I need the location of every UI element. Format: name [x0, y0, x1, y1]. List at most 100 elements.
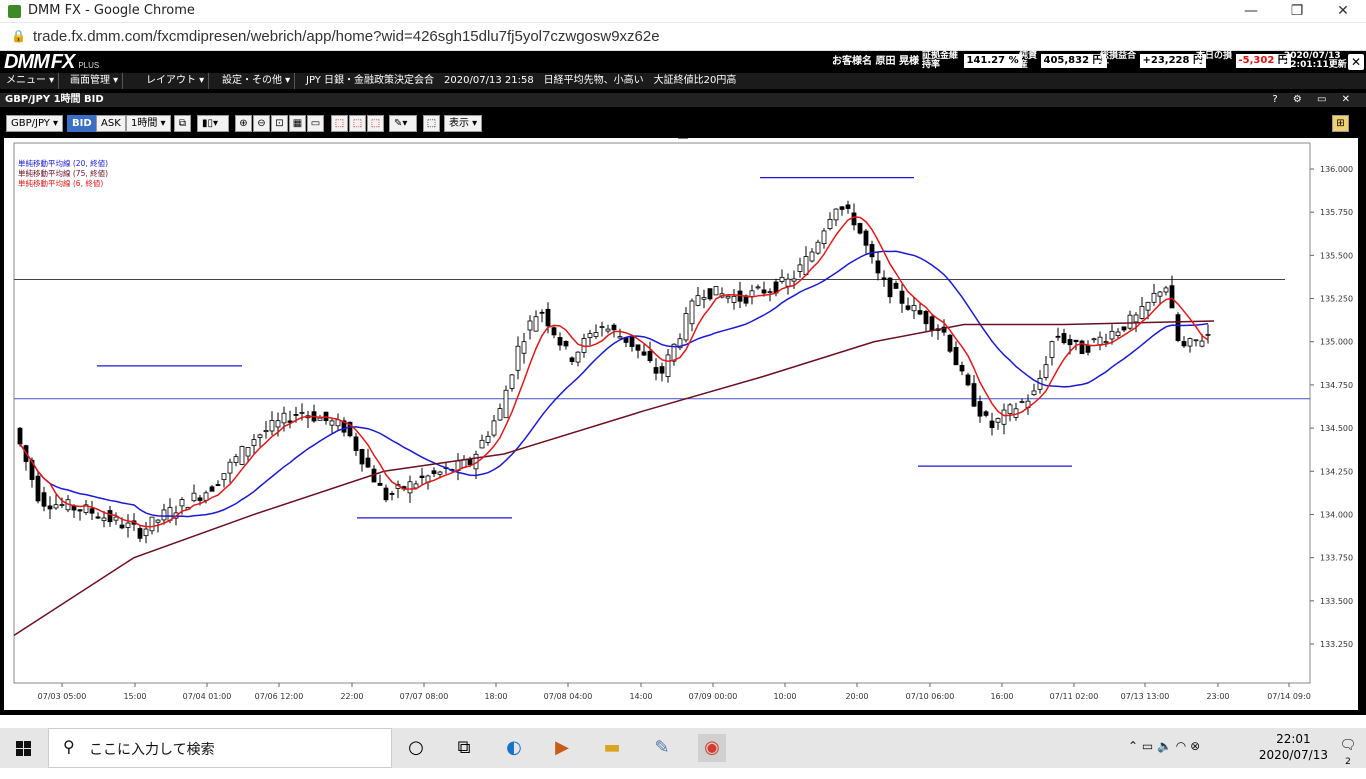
candle [59, 504, 65, 506]
candle [557, 337, 563, 346]
candle [155, 519, 161, 523]
candle [893, 282, 899, 289]
chart-settings-icon[interactable]: ⊞ [1332, 115, 1349, 132]
display-select[interactable]: 表示 ▾ [444, 115, 483, 132]
candle [77, 509, 83, 512]
window-icon[interactable]: ▭ [307, 115, 324, 132]
candle [1169, 285, 1175, 309]
candle [791, 278, 797, 282]
chart-plot[interactable]: 136.000 135.750 135.500 135.250 135.000 134.7… [4, 137, 1358, 710]
timeframe-select[interactable]: 1時間 ▾ [126, 115, 171, 132]
candle [515, 345, 521, 371]
search-placeholder[interactable]: ここに入力して検索 [89, 739, 215, 759]
price-chart[interactable]: 136.000 135.750 135.500 135.250 135.000 134.7… [4, 137, 1358, 710]
candle [983, 411, 989, 416]
candle [353, 436, 359, 451]
windows-start-button[interactable] [0, 728, 48, 768]
pair-select[interactable]: GBP/JPY ▾ [6, 115, 64, 132]
pen-icon[interactable]: ✎▾ [389, 115, 417, 132]
legend-entry: 単純移動平均線 (6, 終値) [18, 178, 103, 188]
tray-icons[interactable]: ⌃ ▭ 🔈 ◠ ⊗ [1128, 739, 1200, 779]
candle [383, 487, 389, 501]
menu-item-menu[interactable]: メニュー ▾ [2, 73, 60, 89]
indicator-icon[interactable]: ⬚ [423, 115, 440, 132]
candle [245, 447, 251, 457]
bid-button[interactable]: BID [67, 115, 97, 132]
x-tick-label: 07/07 08:00 [400, 692, 449, 701]
candle [1073, 339, 1079, 343]
dmm-app-icon [8, 5, 21, 18]
candle [197, 497, 203, 501]
candle [1103, 341, 1109, 344]
draw-tool-3-icon[interactable]: ⬚ [367, 115, 384, 132]
news-ticker[interactable]: JPY 日銀・金融政策決定会合 2020/07/13 21:58 日経平均先物、… [306, 73, 736, 89]
media-player-icon[interactable]: ▶ [548, 734, 576, 762]
paint-icon[interactable]: ✎ [648, 734, 676, 762]
candle [617, 336, 623, 339]
today-pl: 本日の損益 -5,302 円 [1196, 51, 1291, 73]
candle [233, 456, 239, 463]
plot-frame [13, 142, 1311, 684]
menu-item-settings[interactable]: 設定・その他 ▾ [218, 73, 296, 89]
customer-info: お客様名 原田 晃様 [832, 56, 919, 67]
candle [89, 508, 95, 514]
candle [605, 328, 611, 332]
file-explorer-icon[interactable]: ▬ [598, 734, 626, 762]
y-tick-label: 133.750 [1320, 554, 1353, 563]
compare-icon[interactable]: ⧉ [174, 115, 191, 132]
candle [503, 389, 509, 419]
candle [851, 212, 857, 226]
chart-type-icon[interactable]: ▮▯▾ [197, 115, 229, 132]
address-bar[interactable]: 🔒 trade.fx.dmm.com/fxcmdipresen/webrich/… [0, 23, 1366, 51]
menu-item-layout[interactable]: レイアウト ▾ [142, 73, 210, 89]
notification-icon[interactable]: 🗨2 [1338, 738, 1358, 767]
draw-tool-1-icon[interactable]: ⬚ [331, 115, 348, 132]
update-time: 2020/07/13 22:01:11更新 [1284, 51, 1347, 70]
edge-icon[interactable]: ◐ [500, 734, 528, 762]
candle [209, 486, 215, 492]
draw-tool-2-icon[interactable]: ⬚ [349, 115, 366, 132]
maximize-button[interactable]: ❐ [1274, 0, 1320, 23]
zoom-in-icon[interactable]: ⊕ [235, 115, 252, 132]
candle [971, 383, 977, 407]
net-assets: 純資産 405,832 円 [1019, 51, 1106, 73]
ask-button[interactable]: ASK [96, 115, 126, 132]
cortana-icon[interactable]: ○ [402, 734, 430, 762]
candle [1121, 326, 1127, 331]
grid-icon[interactable]: ▦ [289, 115, 306, 132]
candle [107, 510, 113, 523]
x-tick-label: 07/08 04:00 [544, 692, 593, 701]
fit-icon[interactable]: ⊡ [271, 115, 288, 132]
url-text[interactable]: trade.fx.dmm.com/fxcmdipresen/webrich/ap… [33, 28, 660, 45]
candle [761, 289, 767, 294]
legend-entry: 単純移動平均線 (20, 終値) [18, 158, 108, 168]
task-view-icon[interactable]: ⧉ [450, 734, 478, 762]
candle [545, 308, 551, 327]
y-tick-label: 135.500 [1320, 251, 1353, 260]
candle [1001, 409, 1007, 425]
close-window-button[interactable]: ✕ [1320, 0, 1366, 23]
taskbar-search[interactable]: ⚲ ここに入力して検索 [48, 728, 392, 768]
minimize-button[interactable]: — [1228, 0, 1274, 23]
y-tick-label: 133.250 [1320, 640, 1353, 649]
candle [977, 401, 983, 417]
chart-window-controls[interactable]: ? ⚙ ▭ ✕ [1272, 93, 1356, 107]
windows-logo-icon [16, 741, 31, 756]
candle [113, 516, 119, 521]
x-tick-label: 15:00 [123, 692, 146, 701]
zoom-out-icon[interactable]: ⊖ [253, 115, 270, 132]
candle [431, 470, 437, 474]
candle [1109, 330, 1115, 340]
menu-item-screen[interactable]: 画面管理 ▾ [66, 73, 124, 89]
candle [161, 509, 167, 521]
taskbar-clock[interactable]: 22:01 2020/07/13 [1259, 731, 1328, 763]
candle [767, 291, 773, 294]
candle [521, 341, 527, 354]
candle [275, 420, 281, 428]
candle [533, 316, 539, 332]
dmm-close-button[interactable]: ✕ [1348, 54, 1364, 70]
candle [875, 260, 881, 274]
candle [251, 439, 257, 447]
chrome-icon[interactable]: ◉ [698, 734, 726, 762]
candle [53, 504, 59, 509]
